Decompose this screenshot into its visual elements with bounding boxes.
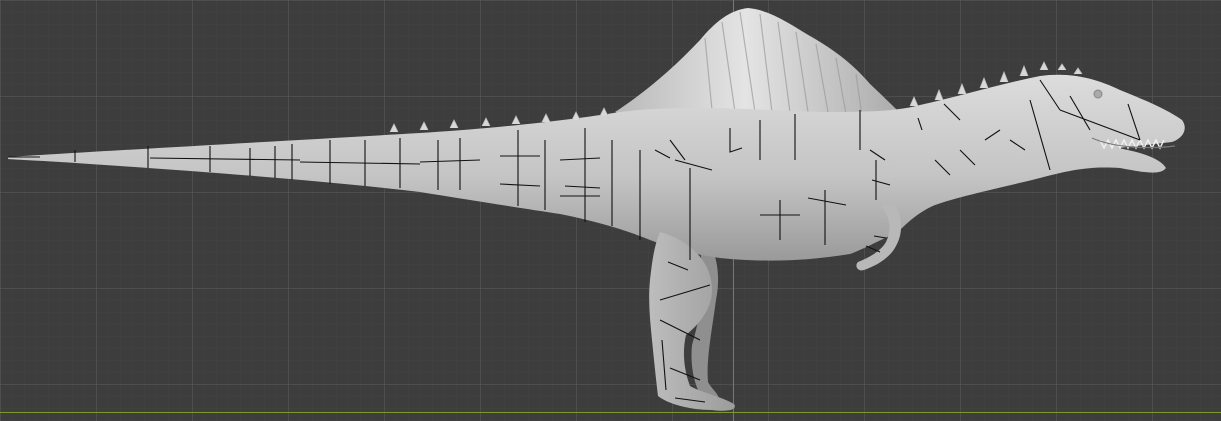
dorsal-sail — [615, 8, 905, 124]
dinosaur-model[interactable] — [0, 0, 1221, 421]
body-and-tail — [8, 74, 1185, 261]
3d-viewport[interactable] — [0, 0, 1221, 421]
eye — [1093, 89, 1103, 99]
